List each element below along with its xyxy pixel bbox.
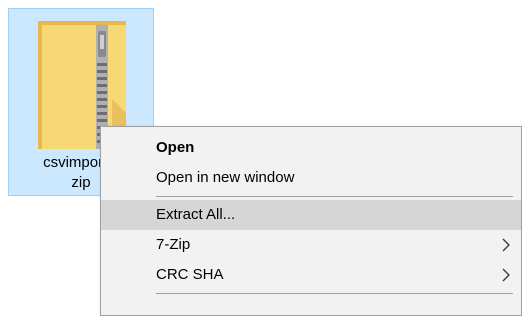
menu-separator xyxy=(156,196,513,197)
menu-item-label: Open in new window xyxy=(156,169,295,186)
menu-item-label: Open xyxy=(156,139,195,156)
menu-item-label: CRC SHA xyxy=(156,266,224,283)
menu-item-label: Extract All... xyxy=(156,206,236,223)
menu-separator xyxy=(156,293,513,294)
context-menu: Open Open in new window Extract All... 7… xyxy=(100,126,522,316)
menu-item-open-new-window[interactable]: Open in new window xyxy=(101,163,521,193)
menu-item-label: 7-Zip xyxy=(156,236,191,253)
chevron-right-icon xyxy=(499,267,513,283)
menu-item-7zip[interactable]: 7-Zip xyxy=(101,230,521,260)
menu-item-open[interactable]: Open xyxy=(101,133,521,163)
chevron-right-icon xyxy=(499,237,513,253)
menu-item-extract-all[interactable]: Extract All... xyxy=(101,200,521,230)
menu-item-crc-sha[interactable]: CRC SHA xyxy=(101,260,521,290)
